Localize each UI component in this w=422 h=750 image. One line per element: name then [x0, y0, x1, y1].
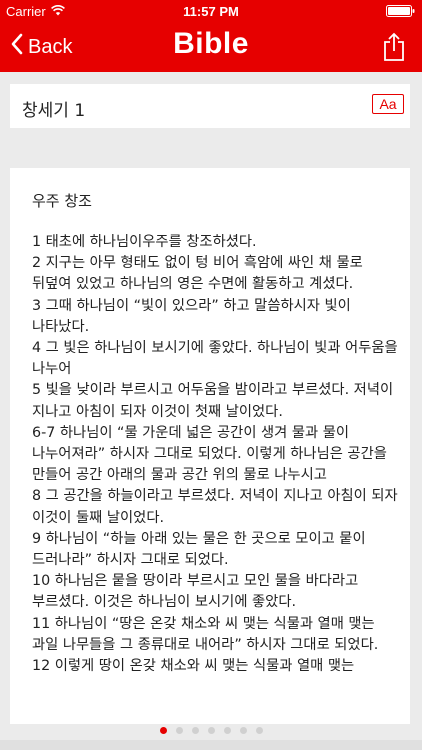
bottom-band [0, 740, 422, 750]
verse: 3 그때 하나님이 “빛이 있으라” 하고 말씀하시자 빛이 나타났다. [32, 297, 351, 335]
verse: 11 하나님이 “땅은 온갖 채소와 씨 맺는 식물과 열매 맺는 과일 나무들… [32, 615, 379, 653]
battery-icon [386, 5, 416, 17]
page-dot[interactable] [255, 726, 263, 734]
verse-list: 1 태초에 하나님이우주를 창조하셨다. 2 지구는 아무 형태도 없이 텅 비… [32, 232, 400, 677]
share-icon [384, 32, 404, 61]
section-heading: 우주 창조 [32, 192, 92, 210]
page-dot-active[interactable] [159, 726, 167, 734]
verse: 2 지구는 아무 형태도 없이 텅 비어 흑암에 싸인 채 물로 뒤덮여 있었고… [32, 255, 363, 293]
chapter-header: 창세기 1 Aa [10, 84, 410, 128]
verse: 4 그 빛은 하나님이 보시기에 좋았다. 하나님이 빛과 어두움을 나누어 [32, 340, 398, 378]
verse: 5 빛을 낮이라 부르시고 어두움을 밤이라고 부르셨다. 저녁이 지나고 아침… [32, 382, 394, 420]
verse: 6-7 하나님이 “물 가운데 넓은 공간이 생겨 물과 물이 나누어져라” 하… [32, 424, 387, 484]
page-dot[interactable] [175, 726, 183, 734]
page-dot[interactable] [207, 726, 215, 734]
verse: 12 이렇게 땅이 온갖 채소와 씨 맺는 식물과 열매 맺는 [32, 658, 355, 675]
verse: 1 태초에 하나님이우주를 창조하셨다. [32, 234, 257, 250]
nav-bar: Back Bible [0, 22, 422, 72]
scripture-text-card: 우주 창조 1 태초에 하나님이우주를 창조하셨다. 2 지구는 아무 형태도 … [10, 168, 410, 724]
page-dot[interactable] [191, 726, 199, 734]
status-time: 11:57 PM [183, 4, 239, 19]
font-size-button[interactable]: Aa [372, 94, 404, 114]
verse: 9 하나님이 “하늘 아래 있는 물은 한 곳으로 모이고 뭍이 드러나라” 하… [32, 530, 366, 569]
page-dot[interactable] [239, 726, 247, 734]
verse: 8 그 공간을 하늘이라고 부르셨다. 저녁이 지나고 아침이 되자 이것이 둘… [32, 488, 398, 526]
chapter-title: 창세기 1 [22, 101, 86, 121]
status-bar: Carrier 11:57 PM [0, 0, 422, 22]
share-button[interactable] [382, 32, 406, 62]
page-indicator[interactable] [0, 724, 422, 736]
page-title: Bible [173, 27, 249, 60]
verse: 10 하나님은 뭍을 땅이라 부르시고 모인 물을 바다라고 부르셨다. 이것은… [32, 573, 359, 611]
page-dot[interactable] [223, 726, 231, 734]
